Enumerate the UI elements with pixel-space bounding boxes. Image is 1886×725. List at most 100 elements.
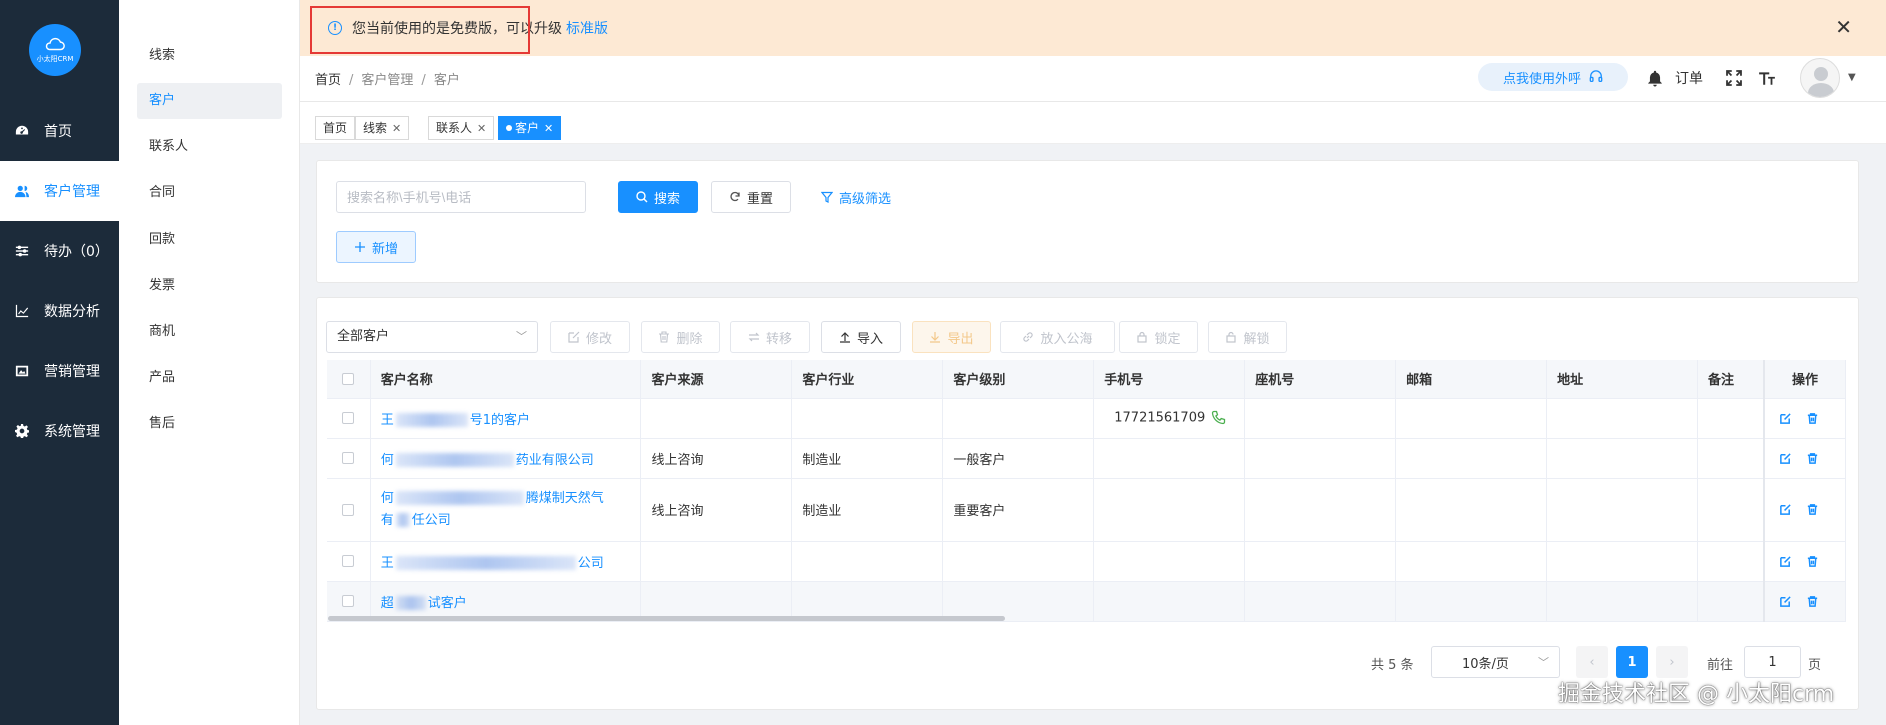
column-header-actions: 操作 [1762, 360, 1846, 399]
goto-page-input[interactable]: 1 [1744, 646, 1801, 678]
customer-name-link[interactable]: 王 号1的客户 [370, 398, 642, 439]
submenu-item-invoices[interactable]: 发票 [137, 268, 282, 304]
trash-icon[interactable] [1806, 452, 1819, 465]
upgrade-link[interactable]: 标准版 [566, 18, 608, 38]
phone-icon[interactable] [1211, 410, 1227, 426]
row-checkbox[interactable] [342, 555, 355, 567]
lock-button[interactable]: 锁定 [1119, 321, 1198, 353]
tab-customers[interactable]: 客户 ✕ [498, 116, 562, 140]
image-icon [14, 363, 30, 379]
source-cell: 线上咨询 [640, 478, 793, 542]
customer-name-link[interactable]: 王 公司 [370, 541, 642, 582]
column-header: 手机号 [1093, 360, 1246, 399]
edit-icon[interactable] [1779, 452, 1792, 465]
trash-icon[interactable] [1806, 503, 1819, 516]
tab-contacts[interactable]: 联系人 ✕ [428, 116, 495, 140]
level-cell: 一般客户 [942, 438, 1095, 479]
chevron-left-icon: ‹ [1589, 654, 1595, 670]
row-checkbox[interactable] [342, 595, 355, 607]
breadcrumb-home[interactable]: 首页 [315, 73, 341, 88]
tab-home[interactable]: 首页 [315, 116, 356, 140]
add-button[interactable]: 新增 [336, 231, 416, 263]
chart-icon [14, 303, 30, 319]
breadcrumb-customer-management[interactable]: 客户管理 [361, 73, 413, 88]
transfer-button[interactable]: 转移 [730, 321, 810, 353]
import-button[interactable]: 导入 [821, 321, 901, 353]
close-icon[interactable]: ✕ [477, 122, 486, 135]
edit-icon[interactable] [1779, 412, 1792, 425]
edit-icon[interactable] [1779, 595, 1792, 608]
submenu-item-customers[interactable]: 客户 [137, 83, 282, 119]
table-row[interactable]: 何 药业有限公司 线上咨询 制造业 一般客户 [327, 438, 1846, 479]
remark-cell [1697, 581, 1765, 622]
next-page-button[interactable]: › [1656, 646, 1688, 678]
row-checkbox[interactable] [342, 503, 355, 516]
table-row[interactable]: 何 腾煤制天然气有 任公司 线上咨询 制造业 重要客户 [327, 478, 1846, 542]
search-button[interactable]: 搜索 [618, 181, 698, 213]
page-button-current[interactable]: 1 [1616, 646, 1648, 678]
select-all-cell[interactable] [327, 360, 371, 399]
customer-name-link[interactable]: 何 药业有限公司 [370, 438, 642, 479]
submenu-item-after-sales[interactable]: 售后 [137, 406, 282, 442]
nav-item-marketing[interactable]: 营销管理 [0, 341, 119, 401]
nav-item-todo[interactable]: 待办（0） [0, 221, 119, 281]
font-size-icon[interactable] [1757, 68, 1777, 88]
nav-item-customer-management[interactable]: 客户管理 [0, 161, 119, 221]
select-all-checkbox[interactable] [342, 372, 355, 385]
customer-scope-select[interactable]: 全部客户 ﹀ [326, 321, 538, 353]
order-link[interactable]: 订单 [1675, 68, 1703, 88]
tab-leads[interactable]: 线索 ✕ [355, 116, 410, 140]
row-checkbox[interactable] [342, 452, 355, 464]
customer-name-link[interactable]: 何 腾煤制天然气有 任公司 [370, 478, 642, 542]
tab-label: 首页 [323, 121, 348, 135]
source-cell [640, 398, 793, 439]
chevron-down-icon[interactable]: ▼ [1848, 72, 1856, 83]
close-icon[interactable]: ✕ [544, 122, 553, 135]
page-size-select[interactable]: 10条/页 ﹀ [1431, 646, 1560, 678]
table-row[interactable]: 超 试客户 [327, 581, 1846, 622]
breadcrumb: 首页 / 客户管理 / 客户 [315, 73, 460, 88]
mobile-cell [1093, 541, 1246, 582]
call-button[interactable]: 点我使用外呼 [1478, 63, 1628, 91]
trash-icon[interactable] [1806, 555, 1819, 568]
horizontal-scrollbar[interactable] [328, 616, 1005, 621]
move-to-pool-button[interactable]: 放入公海 [1000, 321, 1115, 353]
customer-name-link[interactable]: 超 试客户 [370, 581, 642, 622]
prev-page-button[interactable]: ‹ [1576, 646, 1608, 678]
submenu-item-contacts[interactable]: 联系人 [137, 129, 282, 165]
edit-icon[interactable] [1779, 555, 1792, 568]
bell-icon[interactable] [1645, 68, 1665, 88]
submenu-item-products[interactable]: 产品 [137, 360, 282, 396]
advanced-filter-button[interactable]: 高级筛选 [812, 181, 900, 213]
landline-cell [1244, 398, 1397, 439]
trash-icon[interactable] [1806, 595, 1819, 608]
nav-item-home[interactable]: 首页 [0, 101, 119, 161]
row-checkbox[interactable] [342, 412, 355, 424]
swap-icon [748, 332, 760, 342]
table-row[interactable]: 王 号1的客户 17721561709 [327, 398, 1846, 439]
submenu-item-opportunities[interactable]: 商机 [137, 314, 282, 350]
submenu-item-leads[interactable]: 线索 [137, 38, 282, 74]
edit-button[interactable]: 修改 [550, 321, 630, 353]
delete-button[interactable]: 删除 [641, 321, 720, 353]
submenu-item-payments[interactable]: 回款 [137, 222, 282, 258]
unlock-button[interactable]: 解锁 [1208, 321, 1287, 353]
redacted-text [395, 453, 514, 467]
edit-icon[interactable] [1779, 503, 1792, 516]
close-icon[interactable]: ✕ [1835, 17, 1852, 37]
export-button[interactable]: 导出 [912, 321, 991, 353]
avatar[interactable] [1800, 58, 1840, 98]
fullscreen-icon[interactable] [1724, 68, 1744, 88]
nav-item-analytics[interactable]: 数据分析 [0, 281, 119, 341]
nav-item-system[interactable]: 系统管理 [0, 401, 119, 461]
submenu-item-contracts[interactable]: 合同 [137, 175, 282, 211]
search-input[interactable] [336, 181, 586, 213]
close-icon[interactable]: ✕ [392, 122, 401, 135]
reset-button[interactable]: 重置 [711, 181, 791, 213]
industry-cell [791, 398, 944, 439]
trash-icon[interactable] [1806, 412, 1819, 425]
nav-label: 数据分析 [44, 304, 100, 320]
redacted-text [395, 413, 468, 427]
app-logo[interactable]: 小太阳CRM [29, 24, 81, 76]
table-row[interactable]: 王 公司 [327, 541, 1846, 582]
